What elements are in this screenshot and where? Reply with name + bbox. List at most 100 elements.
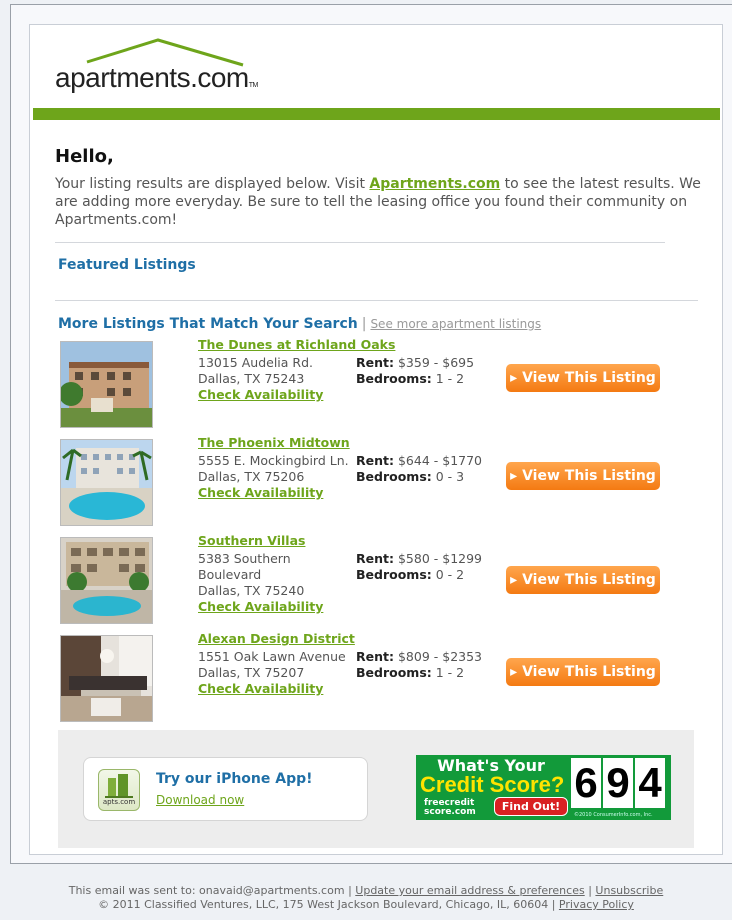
listing-pricing: Rent: $644 - $1770 Bedrooms: 0 - 3	[356, 453, 482, 485]
listing-address: 13015 Audelia Rd. Dallas, TX 75243 Check…	[198, 355, 323, 403]
score-digit: 6	[571, 758, 601, 808]
more-listings-header: More Listings That Match Your Search | See…	[58, 316, 541, 332]
play-icon: ▸	[510, 468, 523, 484]
greeting: Hello,	[55, 146, 114, 167]
credit-score-ad[interactable]: What's Your Credit Score? freecredit scor…	[416, 755, 671, 820]
ad-copyright: ©2010 ConsumerInfo.com, Inc.	[574, 812, 653, 818]
address-line: Boulevard	[198, 567, 262, 582]
ad-subheadline: Credit Score?	[420, 772, 565, 797]
see-more-link[interactable]: See more apartment listings	[370, 317, 541, 331]
bedrooms-label: Bedrooms:	[356, 371, 432, 386]
view-listing-label: View This Listing	[522, 468, 656, 484]
find-out-button[interactable]: Find Out!	[494, 797, 568, 816]
unsubscribe-link[interactable]: Unsubscribe	[595, 884, 663, 897]
separator: |	[361, 316, 367, 332]
score-digit: 9	[603, 758, 633, 808]
rent-label: Rent:	[356, 551, 394, 566]
featured-heading: Featured Listings	[58, 257, 196, 273]
bedrooms-value: 0 - 3	[435, 469, 465, 484]
listing-pricing: Rent: $359 - $695 Bedrooms: 1 - 2	[356, 355, 474, 387]
view-listing-button[interactable]: ▸ View This Listing	[506, 462, 660, 490]
address-line: Dallas, TX 75243	[198, 371, 305, 386]
view-listing-label: View This Listing	[522, 664, 656, 680]
address-line: 5383 Southern	[198, 551, 291, 566]
view-listing-button[interactable]: ▸ View This Listing	[506, 364, 660, 392]
header-bar	[33, 108, 720, 120]
play-icon: ▸	[510, 664, 523, 680]
apartments-logo[interactable]: apartments.comTM	[55, 38, 259, 98]
rent-value: $809 - $2353	[397, 649, 483, 664]
bedrooms-label: Bedrooms:	[356, 567, 432, 582]
score-display: 694	[571, 758, 667, 810]
ad-brand-bottom: score.com	[424, 807, 476, 817]
listing-pricing: Rent: $580 - $1299 Bedrooms: 0 - 2	[356, 551, 482, 583]
listing-name[interactable]: The Dunes at Richland Oaks	[198, 337, 395, 352]
address-line: Dallas, TX 75206	[198, 469, 305, 484]
bedrooms-value: 0 - 2	[435, 567, 465, 582]
view-listing-label: View This Listing	[522, 572, 656, 588]
promo-area: apts.com Try our iPhone App! Download no…	[58, 730, 694, 848]
iphone-app-box[interactable]: apts.com Try our iPhone App! Download no…	[83, 757, 368, 821]
listing-item: The Dunes at Richland Oaks 13015 Audelia…	[60, 337, 700, 431]
logo-text: apartments.com	[55, 62, 249, 93]
address-line: 5555 E. Mockingbird Ln.	[198, 453, 349, 468]
listing-address: 5555 E. Mockingbird Ln. Dallas, TX 75206…	[198, 453, 349, 501]
bedrooms-value: 1 - 2	[435, 371, 465, 386]
sent-to-text: This email was sent to: onavaid@apartmen…	[68, 884, 345, 897]
rent-value: $359 - $695	[397, 355, 475, 370]
intro-text: Your listing results are displayed below…	[55, 175, 705, 229]
email-footer: This email was sent to: onavaid@apartmen…	[0, 884, 732, 912]
check-availability-link[interactable]: Check Availability	[198, 681, 346, 697]
play-icon: ▸	[510, 370, 523, 386]
rent-value: $580 - $1299	[397, 551, 483, 566]
separator: |	[348, 884, 352, 897]
listing-item: Alexan Design District 1551 Oak Lawn Ave…	[60, 631, 700, 725]
listing-name[interactable]: Alexan Design District	[198, 631, 355, 646]
copyright-text: © 2011 Classified Ventures, LLC, 175 Wes…	[98, 898, 549, 911]
ad-brand: freecredit score.com	[424, 799, 476, 817]
intro-before: Your listing results are displayed below…	[55, 176, 370, 192]
address-line: 1551 Oak Lawn Avenue	[198, 649, 346, 664]
rent-value: $644 - $1770	[397, 453, 483, 468]
app-icon[interactable]: apts.com	[98, 769, 140, 811]
listing-item: The Phoenix Midtown 5555 E. Mockingbird …	[60, 435, 700, 529]
address-line: 13015 Audelia Rd.	[198, 355, 314, 370]
logo-tm: TM	[248, 82, 259, 89]
iphone-app-title: Try our iPhone App!	[156, 771, 313, 787]
check-availability-link[interactable]: Check Availability	[198, 485, 349, 501]
listing-pricing: Rent: $809 - $2353 Bedrooms: 1 - 2	[356, 649, 482, 681]
listing-address: 1551 Oak Lawn Avenue Dallas, TX 75207 Ch…	[198, 649, 346, 697]
rent-label: Rent:	[356, 649, 394, 664]
listing-photo[interactable]	[60, 439, 153, 526]
bedrooms-label: Bedrooms:	[356, 665, 432, 680]
address-line: Dallas, TX 75240	[198, 583, 305, 598]
listing-photo[interactable]	[60, 341, 153, 428]
view-listing-button[interactable]: ▸ View This Listing	[506, 658, 660, 686]
separator: |	[588, 884, 592, 897]
bedrooms-value: 1 - 2	[435, 665, 465, 680]
update-preferences-link[interactable]: Update your email address & preferences	[355, 884, 584, 897]
play-icon: ▸	[510, 572, 523, 588]
check-availability-link[interactable]: Check Availability	[198, 387, 323, 403]
bedrooms-label: Bedrooms:	[356, 469, 432, 484]
divider	[55, 300, 698, 301]
footer-line-1: This email was sent to: onavaid@apartmen…	[0, 884, 732, 898]
app-icon-label: apts.com	[102, 798, 136, 806]
footer-line-2: © 2011 Classified Ventures, LLC, 175 Wes…	[0, 898, 732, 912]
score-digit: 4	[635, 758, 665, 808]
listing-photo[interactable]	[60, 635, 153, 722]
check-availability-link[interactable]: Check Availability	[198, 599, 323, 615]
privacy-policy-link[interactable]: Privacy Policy	[559, 898, 634, 911]
listing-item: Southern Villas 5383 Southern Boulevard …	[60, 533, 700, 627]
listing-photo[interactable]	[60, 537, 153, 624]
listing-name[interactable]: Southern Villas	[198, 533, 305, 548]
download-now-link[interactable]: Download now	[156, 793, 244, 807]
address-line: Dallas, TX 75207	[198, 665, 305, 680]
apartments-link[interactable]: Apartments.com	[369, 176, 500, 192]
rent-label: Rent:	[356, 355, 394, 370]
more-heading: More Listings That Match Your Search	[58, 316, 358, 332]
listing-name[interactable]: The Phoenix Midtown	[198, 435, 350, 450]
divider	[55, 242, 665, 243]
view-listing-button[interactable]: ▸ View This Listing	[506, 566, 660, 594]
separator: |	[551, 898, 556, 911]
